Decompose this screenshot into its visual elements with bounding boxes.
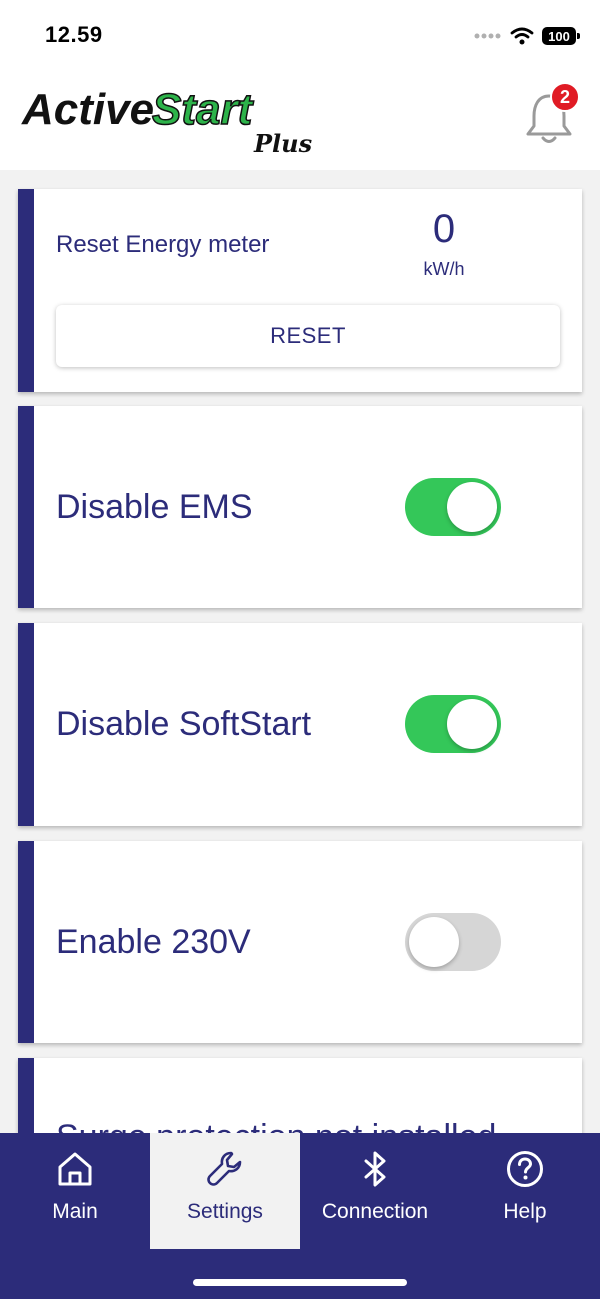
enable-230v-label: Enable 230V (56, 923, 251, 961)
disable-ems-label: Disable EMS (56, 488, 253, 526)
status-time: 12.59 (45, 22, 103, 47)
tab-help-label: Help (503, 1200, 547, 1223)
activestart-plus-logo: Active Start Plus (21, 84, 313, 158)
reset-energy-card: Reset Energy meter 0 kW/h RESET (18, 189, 582, 392)
logo-text-plus: Plus (253, 129, 313, 158)
app-header: Active Start Plus 2 (0, 70, 600, 170)
toggle-knob (447, 482, 497, 532)
toggle-knob (409, 917, 459, 967)
battery-icon: 100 (542, 27, 580, 45)
reset-energy-label: Reset Energy meter (56, 231, 270, 258)
status-bar: 12.59 100 (0, 0, 600, 70)
system-icons: 100 (474, 24, 580, 48)
enable-230v-toggle[interactable] (405, 913, 501, 971)
disable-ems-toggle[interactable] (405, 478, 501, 536)
tab-settings[interactable]: Settings (150, 1133, 300, 1249)
notification-badge: 2 (550, 82, 580, 112)
bottom-tab-bar: Main Settings Connection Help (0, 1133, 600, 1299)
cellular-signal-icon (474, 33, 501, 39)
toggle-knob (447, 699, 497, 749)
wrench-icon (207, 1151, 242, 1186)
logo-text-active: Active (21, 85, 154, 134)
energy-value: 0 (432, 207, 456, 251)
bluetooth-icon (364, 1151, 386, 1187)
tab-settings-label: Settings (187, 1200, 263, 1223)
disable-softstart-label: Disable SoftStart (56, 705, 312, 743)
disable-ems-card: Disable EMS (18, 406, 582, 608)
disable-softstart-toggle[interactable] (405, 695, 501, 753)
help-circle-icon (507, 1151, 543, 1187)
home-indicator[interactable] (193, 1279, 407, 1286)
logo-text-start: Start (152, 85, 255, 134)
energy-unit: kW/h (423, 259, 465, 279)
tab-connection-label: Connection (321, 1200, 429, 1223)
disable-softstart-card: Disable SoftStart (18, 623, 582, 826)
tab-main[interactable]: Main (0, 1133, 150, 1249)
tab-main-label: Main (52, 1200, 98, 1223)
tab-connection[interactable]: Connection (300, 1133, 450, 1249)
wifi-icon (510, 27, 534, 45)
home-icon (58, 1152, 92, 1186)
reset-button[interactable]: RESET (56, 305, 560, 367)
tab-help[interactable]: Help (450, 1133, 600, 1249)
enable-230v-card: Enable 230V (18, 841, 582, 1043)
